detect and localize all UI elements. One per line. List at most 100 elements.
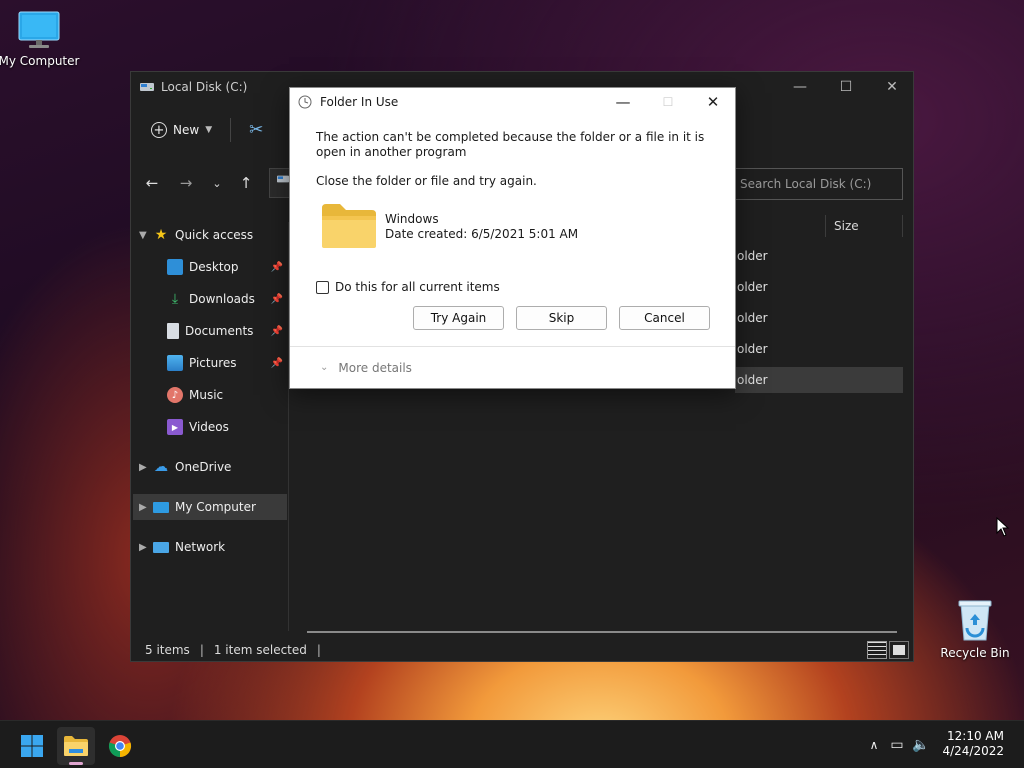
navigation-pane: ▼ ★ Quick access Desktop 📌 ⤓ Downloads 📌…	[131, 222, 289, 631]
large-icons-view-icon	[893, 645, 905, 655]
toolbar-divider	[230, 118, 232, 142]
desktop-icon-label: Recycle Bin	[940, 646, 1010, 660]
try-again-button[interactable]: Try Again	[413, 306, 504, 330]
status-item-count: 5 items	[145, 643, 190, 657]
sidebar-item-quick-access[interactable]: ▼ ★ Quick access	[133, 222, 287, 248]
star-icon: ★	[154, 227, 168, 243]
apply-to-all-checkbox[interactable]	[316, 280, 329, 294]
new-button[interactable]: + New ▼	[151, 122, 212, 138]
active-app-indicator	[69, 762, 83, 765]
sidebar-item-desktop[interactable]: Desktop 📌	[133, 254, 287, 280]
recent-locations-button[interactable]: ⌄	[206, 172, 228, 194]
status-bar: 5 items | 1 item selected |	[131, 639, 913, 661]
sidebar-item-downloads[interactable]: ⤓ Downloads 📌	[133, 286, 287, 312]
more-details-toggle[interactable]: ⌄ More details	[290, 346, 735, 388]
desktop-icon-label: My Computer	[0, 54, 80, 68]
chevron-right-icon: ▶	[139, 541, 147, 553]
file-name: Windows	[385, 212, 439, 226]
list-item[interactable]: older	[735, 274, 768, 300]
pin-icon: 📌	[270, 325, 283, 337]
checkbox-label: Do this for all current items	[335, 280, 500, 294]
maximize-button[interactable]: ☐	[823, 72, 869, 102]
drive-icon	[140, 83, 154, 91]
sidebar-item-label: Network	[175, 540, 226, 554]
close-button[interactable]: ✕	[869, 72, 915, 102]
chevron-up-icon[interactable]: ∧	[864, 738, 884, 752]
dialog-message: The action can't be completed because th…	[316, 130, 705, 159]
dialog-maximize-button: ☐	[662, 95, 674, 109]
list-item-selected[interactable]: older	[735, 367, 903, 393]
clock-icon	[298, 95, 312, 109]
explorer-title: Local Disk (C:)	[161, 80, 248, 94]
recycle-bin-icon	[958, 600, 992, 641]
file-type-cell: older	[737, 311, 768, 325]
large-icons-view-button[interactable]	[889, 641, 909, 659]
start-button[interactable]	[13, 727, 51, 765]
picture-icon	[167, 355, 183, 371]
dialog-close-button[interactable]: ✕	[693, 88, 733, 116]
up-button[interactable]: ↑	[235, 172, 257, 194]
sidebar-item-label: Desktop	[189, 260, 239, 274]
sidebar-item-documents[interactable]: Documents 📌	[133, 318, 287, 344]
sidebar-item-label: My Computer	[175, 500, 256, 514]
list-item[interactable]: older	[735, 243, 768, 269]
pin-icon: 📌	[270, 261, 283, 273]
chevron-right-icon: ▶	[139, 461, 147, 473]
sidebar-item-my-computer[interactable]: ▶ My Computer	[133, 494, 287, 520]
sidebar-item-label: Documents	[185, 324, 254, 338]
file-type-cell: older	[737, 249, 768, 263]
sidebar-item-onedrive[interactable]: ▶ ☁ OneDrive	[133, 454, 287, 480]
desktop-icon-recycle-bin[interactable]: Recycle Bin	[933, 598, 1017, 660]
file-type-cell: older	[737, 373, 768, 387]
folder-in-use-dialog: Folder In Use — ☐ ✕ The action can't be …	[289, 87, 736, 389]
back-button[interactable]: ←	[141, 172, 163, 194]
taskbar: ∧ ▭ 🔈 12:10 AM 4/24/2022	[0, 720, 1024, 768]
apply-to-all-checkbox-row[interactable]: Do this for all current items	[316, 280, 500, 294]
sidebar-item-label: OneDrive	[175, 460, 232, 474]
forward-button[interactable]: →	[175, 172, 197, 194]
horizontal-scrollbar[interactable]	[307, 631, 897, 633]
taskbar-clock[interactable]: 12:10 AM 4/24/2022	[942, 729, 1004, 759]
dialog-minimize-button[interactable]: —	[603, 88, 643, 116]
pin-icon: 📌	[270, 357, 283, 369]
minimize-button[interactable]: —	[777, 72, 823, 102]
dialog-title: Folder In Use	[320, 95, 399, 109]
status-selection: 1 item selected	[213, 643, 307, 657]
chevron-right-icon: ▶	[139, 501, 147, 513]
list-item[interactable]: older	[735, 305, 768, 331]
plus-circle-icon: +	[151, 122, 167, 138]
chevron-down-icon: ▼	[139, 229, 147, 241]
download-arrow-icon: ⤓	[171, 291, 179, 307]
sidebar-item-label: Downloads	[189, 292, 255, 306]
chevron-down-icon: ▼	[205, 125, 213, 135]
file-date-created: Date created: 6/5/2021 5:01 AM	[385, 227, 579, 241]
taskbar-file-explorer[interactable]	[57, 727, 95, 765]
file-info: Windows Date created: 6/5/2021 5:01 AM	[385, 212, 578, 242]
volume-icon[interactable]: 🔈	[910, 737, 932, 753]
sidebar-item-label: Quick access	[175, 228, 254, 242]
taskbar-chrome[interactable]	[101, 727, 139, 765]
column-header-label: Size	[834, 219, 859, 233]
sidebar-item-label: Videos	[189, 420, 229, 434]
network-icon	[153, 541, 169, 553]
desktop-icon-my-computer[interactable]: My Computer	[0, 10, 81, 68]
folder-icon	[320, 202, 376, 248]
new-button-label: New	[173, 123, 200, 137]
skip-button[interactable]: Skip	[516, 306, 607, 330]
sidebar-item-label: Pictures	[189, 356, 237, 370]
sidebar-item-music[interactable]: ♪ Music	[133, 382, 287, 408]
column-header-size[interactable]: Size	[825, 215, 905, 237]
more-details-label: More details	[338, 360, 412, 375]
sidebar-item-videos[interactable]: ▶ Videos	[133, 414, 287, 440]
sidebar-item-network[interactable]: ▶ Network	[133, 534, 287, 560]
pin-icon: 📌	[270, 293, 283, 305]
details-view-button[interactable]	[867, 641, 887, 659]
cut-button[interactable]: ✂	[249, 120, 263, 140]
file-type-cell: older	[737, 280, 768, 294]
cancel-button[interactable]: Cancel	[619, 306, 710, 330]
search-input[interactable]: Search Local Disk (C:)	[729, 168, 903, 200]
sidebar-item-pictures[interactable]: Pictures 📌	[133, 350, 287, 376]
network-icon[interactable]: ▭	[884, 737, 910, 753]
monitor-icon	[18, 11, 60, 48]
list-item[interactable]: older	[735, 336, 768, 362]
